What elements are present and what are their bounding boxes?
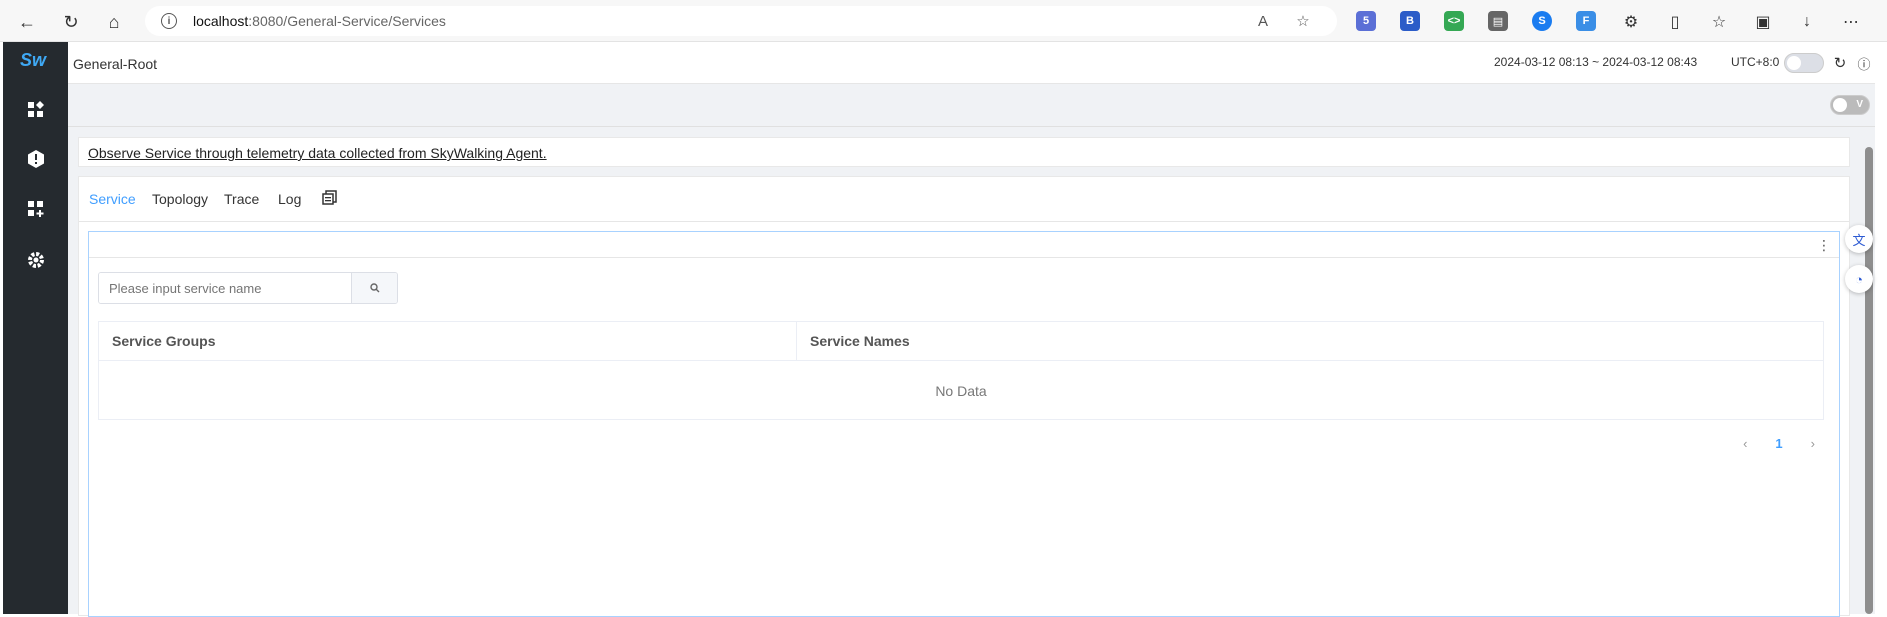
page-number[interactable]: 1: [1775, 436, 1782, 451]
column-header-service-names: Service Names: [797, 322, 1823, 361]
dashboard-toolbar: V: [68, 84, 1875, 127]
tabs-container: Service Topology Trace Log ⋮ Service Gro…: [78, 176, 1850, 617]
extensions-icon[interactable]: ⚙: [1620, 11, 1642, 33]
url-text[interactable]: localhost:8080/General-Service/Services: [193, 13, 446, 29]
page-title: General-Root: [73, 56, 158, 72]
add-widget-icon[interactable]: [25, 198, 47, 220]
app-sidebar: Sw: [3, 42, 68, 614]
skywalking-logo: Sw: [20, 50, 47, 70]
app-header: General-Root 2024-03-12 08:13 ~ 2024-03-…: [68, 42, 1875, 84]
extension-icon[interactable]: <>: [1444, 11, 1464, 31]
view-toggle-label: V: [1856, 99, 1863, 110]
extension-icon[interactable]: F: [1576, 11, 1596, 31]
favorite-star-icon[interactable]: ☆: [1293, 11, 1313, 31]
widget-header: ⋮: [89, 232, 1839, 258]
extension-icon[interactable]: ▤: [1488, 11, 1508, 31]
services-table: Service Groups Service Names No Data: [98, 321, 1824, 420]
tab-service[interactable]: Service: [89, 191, 136, 207]
extension-badge: 5: [1362, 15, 1370, 27]
url-host: localhost: [193, 13, 249, 29]
auto-refresh-icon[interactable]: ↻: [1829, 52, 1851, 74]
service-list-widget: ⋮ Service Groups Service Names No Data ‹…: [88, 231, 1840, 617]
next-page-button[interactable]: ›: [1811, 436, 1815, 451]
more-menu-icon[interactable]: ⋯: [1840, 11, 1862, 33]
search-icon: [369, 283, 379, 293]
read-aloud-icon[interactable]: A: [1253, 11, 1273, 31]
assistant-icon[interactable]: ◔: [1845, 265, 1873, 293]
more-vertical-icon[interactable]: ⋮: [1817, 237, 1831, 254]
toggle-knob: [1787, 56, 1801, 70]
gear-icon[interactable]: [25, 249, 47, 271]
translate-icon[interactable]: 文: [1845, 225, 1873, 253]
collections-icon[interactable]: ▣: [1752, 11, 1774, 33]
column-header-service-groups: Service Groups: [99, 322, 797, 361]
back-icon[interactable]: ←: [14, 9, 40, 35]
time-range-picker[interactable]: 2024-03-12 08:13 ~ 2024-03-12 08:43: [1494, 55, 1697, 69]
info-icon[interactable]: ⓘ: [1853, 52, 1875, 74]
toggle-knob: [1833, 98, 1847, 112]
prev-page-button[interactable]: ‹: [1743, 436, 1747, 451]
scrollbar-thumb[interactable]: [1865, 147, 1873, 614]
extension-icon[interactable]: S: [1532, 11, 1552, 31]
site-info-icon[interactable]: i: [161, 13, 177, 29]
theme-toggle[interactable]: [1784, 53, 1824, 73]
url-path: :8080/General-Service/Services: [248, 13, 446, 29]
tab-topology[interactable]: Topology: [152, 191, 208, 207]
tab-trace[interactable]: Trace: [224, 191, 259, 207]
pagination: ‹ 1 ›: [1743, 436, 1815, 451]
tab-log[interactable]: Log: [278, 191, 301, 207]
dashboard-icon[interactable]: [25, 99, 47, 121]
downloads-icon[interactable]: ↓: [1796, 11, 1818, 33]
refresh-icon[interactable]: ↻: [58, 9, 84, 35]
extension-icon[interactable]: B: [1400, 11, 1420, 31]
search-button[interactable]: [351, 273, 397, 303]
scrollbar[interactable]: [1863, 127, 1875, 614]
alert-icon[interactable]: [25, 148, 47, 170]
tab-divider: [79, 221, 1849, 222]
search-input[interactable]: [99, 273, 351, 303]
extension-icon[interactable]: 5: [1356, 11, 1376, 31]
timezone-label[interactable]: UTC+8:0: [1731, 55, 1779, 69]
copy-icon[interactable]: [322, 190, 337, 208]
address-bar[interactable]: i localhost:8080/General-Service/Service…: [145, 6, 1337, 36]
description-link[interactable]: Observe Service through telemetry data c…: [88, 145, 547, 161]
split-screen-icon[interactable]: ▯: [1664, 11, 1686, 33]
empty-table-text: No Data: [935, 382, 987, 399]
view-mode-toggle[interactable]: V: [1830, 95, 1870, 115]
description-banner: Observe Service through telemetry data c…: [78, 137, 1850, 167]
main-content: Observe Service through telemetry data c…: [68, 127, 1863, 617]
service-search: [98, 272, 398, 304]
favorites-icon[interactable]: ☆: [1708, 11, 1730, 33]
browser-toolbar: ← ↻ ⌂ i localhost:8080/General-Service/S…: [0, 0, 1887, 42]
home-icon[interactable]: ⌂: [101, 9, 127, 35]
